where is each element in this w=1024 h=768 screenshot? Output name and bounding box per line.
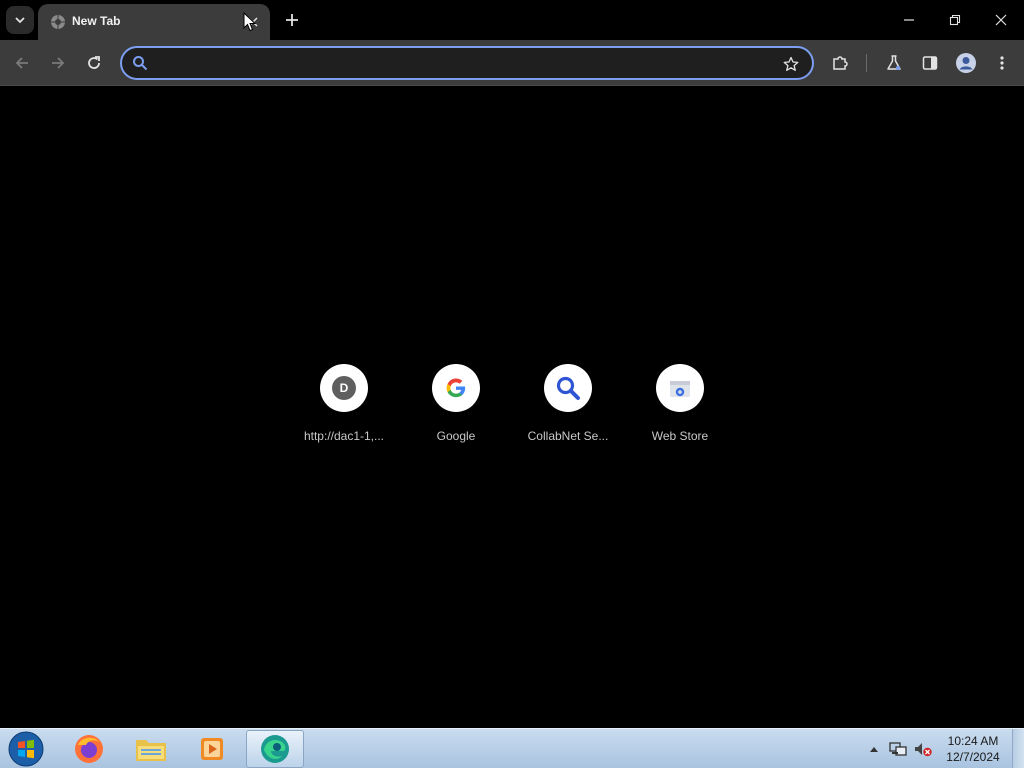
shortcut-label: Google bbox=[436, 429, 476, 443]
chevron-down-icon bbox=[15, 17, 25, 24]
edge-icon bbox=[261, 735, 289, 763]
letter-avatar: D bbox=[332, 376, 356, 400]
address-bar[interactable] bbox=[120, 46, 814, 80]
shortcut-label: Web Store bbox=[651, 429, 709, 443]
browser-toolbar bbox=[0, 40, 1024, 86]
shortcut-tile[interactable]: Web Store bbox=[628, 364, 732, 448]
tab-strip: New Tab bbox=[0, 0, 1024, 40]
show-desktop-button[interactable] bbox=[1012, 729, 1024, 768]
shortcut-icon-circle bbox=[544, 364, 592, 412]
shortcut-tile[interactable]: CollabNet Se... bbox=[516, 364, 620, 448]
taskbar-file-explorer[interactable] bbox=[122, 730, 180, 768]
tab-new-tab[interactable]: New Tab bbox=[38, 4, 270, 40]
extensions-icon bbox=[833, 56, 848, 70]
taskbar-media-player[interactable] bbox=[184, 730, 242, 768]
forward-icon bbox=[52, 57, 65, 69]
file-explorer-icon bbox=[136, 740, 166, 761]
restore-icon bbox=[949, 14, 961, 26]
bookmark-star-button[interactable] bbox=[778, 51, 804, 77]
address-input[interactable] bbox=[156, 52, 766, 74]
toolbar-separator bbox=[866, 54, 867, 72]
labs-button[interactable] bbox=[878, 47, 910, 79]
volume-tray-button[interactable] bbox=[912, 729, 934, 768]
google-g-icon bbox=[446, 378, 466, 398]
tab-title: New Tab bbox=[72, 14, 121, 28]
new-tab-page: D http://dac1-1,... Google CollabNet Se.… bbox=[0, 86, 1024, 728]
taskbar-clock[interactable]: 10:24 AM 12/7/2024 bbox=[938, 733, 1008, 765]
menu-icon bbox=[1000, 56, 1004, 70]
web-store-icon bbox=[670, 381, 690, 397]
shortcut-icon-circle bbox=[656, 364, 704, 412]
network-tray-button[interactable] bbox=[888, 729, 908, 768]
star-icon bbox=[783, 56, 799, 71]
clock-time: 10:24 AM bbox=[947, 734, 999, 748]
search-magnifier-icon bbox=[556, 376, 580, 400]
profile-button[interactable] bbox=[950, 47, 982, 79]
show-hidden-icons-button[interactable] bbox=[866, 729, 882, 768]
start-button[interactable] bbox=[6, 730, 46, 768]
minimize-button[interactable] bbox=[886, 0, 932, 40]
shortcut-label: http://dac1-1,... bbox=[303, 429, 385, 443]
back-button[interactable] bbox=[6, 47, 38, 79]
show-hidden-icons-arrow-icon bbox=[870, 747, 878, 752]
profile-icon bbox=[956, 53, 976, 73]
extensions-button[interactable] bbox=[824, 47, 856, 79]
window-close-button[interactable] bbox=[978, 0, 1024, 40]
side-panel-icon bbox=[922, 56, 938, 70]
minimize-icon bbox=[904, 19, 914, 21]
close-icon bbox=[995, 14, 1007, 26]
restore-button[interactable] bbox=[932, 0, 978, 40]
search-icon bbox=[133, 56, 148, 71]
shortcut-icon-circle: D bbox=[320, 364, 368, 412]
firefox-icon bbox=[75, 735, 103, 763]
shortcut-tile[interactable]: Google bbox=[404, 364, 508, 448]
network-icon bbox=[889, 742, 907, 756]
media-player-icon bbox=[201, 738, 223, 760]
shortcut-label: CollabNet Se... bbox=[527, 429, 609, 443]
close-icon bbox=[248, 17, 258, 27]
shortcut-icon-circle bbox=[432, 364, 480, 412]
tab-search-button[interactable] bbox=[6, 6, 34, 34]
tab-close-button[interactable] bbox=[243, 12, 263, 32]
plus-icon bbox=[286, 14, 298, 26]
reload-button[interactable] bbox=[78, 47, 110, 79]
back-icon bbox=[15, 57, 28, 69]
forward-button[interactable] bbox=[42, 47, 74, 79]
shortcut-tile[interactable]: D http://dac1-1,... bbox=[292, 364, 396, 448]
clock-date: 12/7/2024 bbox=[946, 750, 1000, 764]
taskbar-firefox[interactable] bbox=[60, 730, 118, 768]
labs-flask-icon bbox=[887, 55, 901, 70]
windows-start-orb-icon bbox=[8, 731, 44, 767]
taskbar-edge[interactable] bbox=[246, 730, 304, 768]
reload-icon bbox=[88, 56, 100, 69]
windows-taskbar: 10:24 AM 12/7/2024 bbox=[0, 728, 1024, 768]
new-tab-button[interactable] bbox=[278, 6, 306, 34]
side-panel-button[interactable] bbox=[914, 47, 946, 79]
volume-muted-icon bbox=[915, 743, 932, 757]
globe-icon bbox=[51, 15, 65, 29]
menu-button[interactable] bbox=[986, 47, 1018, 79]
